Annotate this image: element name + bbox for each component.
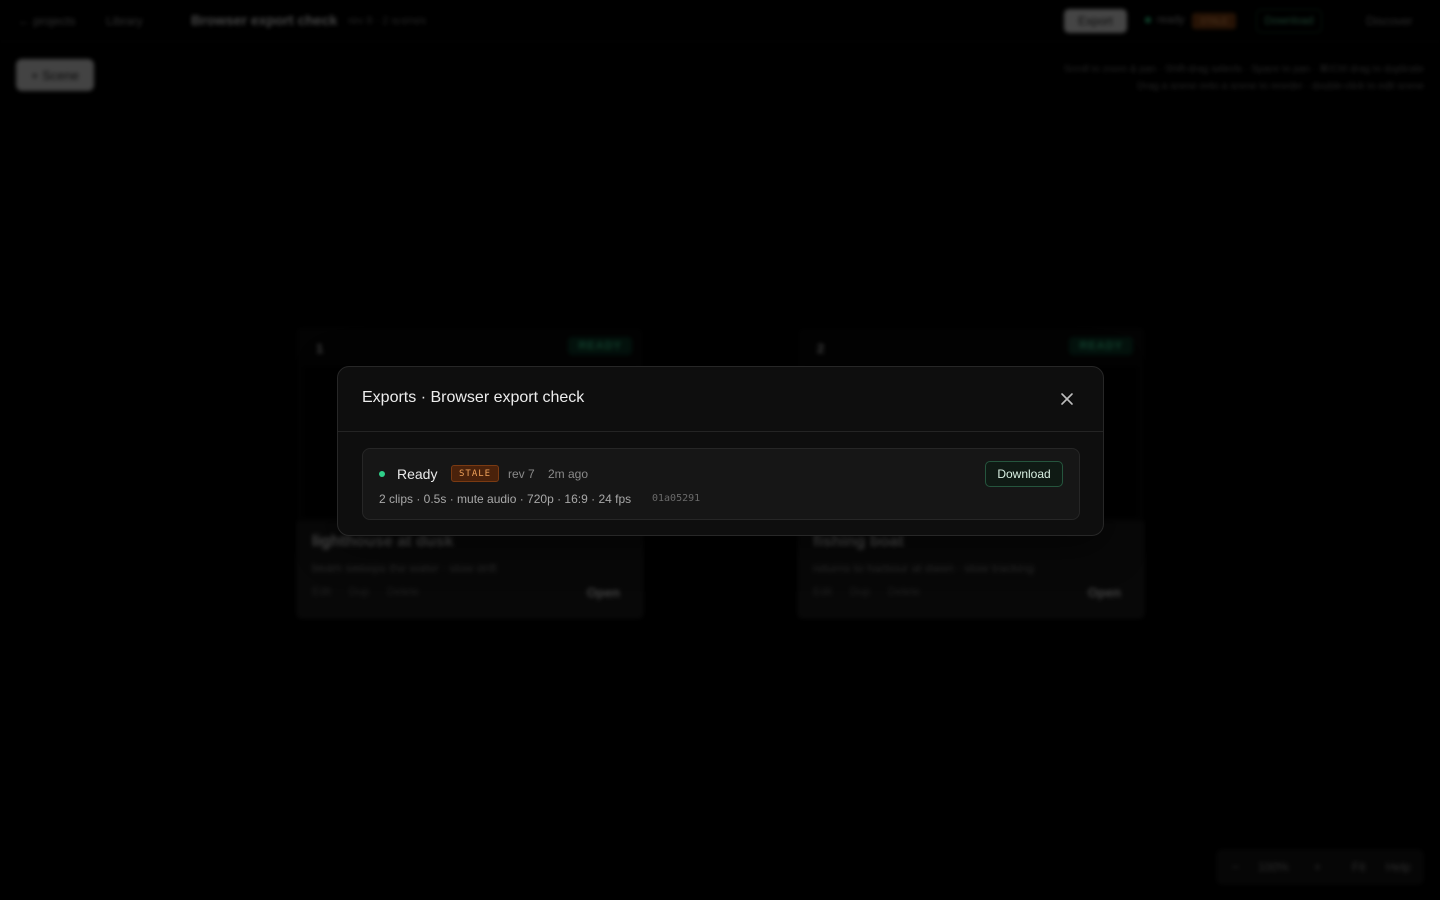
scene-status-badge: READY — [568, 337, 632, 355]
scene-description: returns to harbour at dawn · slow tracki… — [813, 561, 1034, 575]
zoom-level: 100% — [1258, 860, 1289, 874]
export-status: Ready — [397, 466, 438, 482]
scene-delete-button[interactable]: Delete — [888, 586, 920, 598]
scene-duplicate-button[interactable]: Dup — [850, 586, 870, 598]
top-bar: ← projects Library Browser export check … — [0, 0, 1440, 42]
scene-number: 2 — [817, 341, 825, 356]
stale-badge: STALE — [1192, 13, 1236, 29]
zoom-controls: − 100% + Fit Help — [1216, 849, 1424, 885]
canvas-hint: Drag a scene onto a scene to reorder · d… — [1137, 81, 1424, 92]
scene-delete-button[interactable]: Delete — [387, 586, 419, 598]
discover-link[interactable]: Discover — [1366, 14, 1413, 28]
scene-description: beam sweeps the water · slow drift — [312, 561, 497, 575]
export-timestamp: 2m ago — [548, 467, 589, 481]
download-button[interactable]: Download — [985, 461, 1063, 487]
export-revision: rev 7 — [508, 467, 535, 481]
export-button[interactable]: Export — [1064, 9, 1127, 33]
ready-status-dot-icon — [379, 471, 385, 477]
project-title: Browser export check — [191, 12, 338, 28]
canvas-hint: Scroll to zoom & pan · Shift-drag select… — [1063, 64, 1424, 75]
export-hash: 01a05291 — [652, 493, 701, 504]
help-button[interactable]: Help — [1386, 860, 1411, 874]
export-details: 2 clips · 0.5s · mute audio · 720p · 16:… — [379, 492, 632, 506]
export-item: Ready STALE rev 7 2m ago 2 clips · 0.5s … — [362, 448, 1080, 520]
close-icon[interactable] — [1059, 391, 1075, 407]
scene-open-button[interactable]: Open — [587, 585, 620, 600]
export-status-label: ready — [1157, 14, 1185, 26]
scene-number: 1 — [316, 341, 324, 356]
exports-modal: Exports · Browser export check Ready STA… — [337, 366, 1104, 536]
status-dot-icon — [1145, 17, 1151, 23]
stale-badge: STALE — [451, 465, 500, 482]
scene-status-badge: READY — [1069, 337, 1133, 355]
zoom-in-button[interactable]: + — [1314, 860, 1321, 874]
zoom-fit-button[interactable]: Fit — [1352, 860, 1365, 874]
scene-open-button[interactable]: Open — [1088, 585, 1121, 600]
export-status: ready — [1145, 14, 1185, 26]
add-scene-button[interactable]: + Scene — [16, 59, 94, 91]
modal-header: Exports · Browser export check — [338, 367, 1103, 432]
zoom-out-button[interactable]: − — [1232, 860, 1239, 874]
scene-actions: Edit Dup Delete — [813, 586, 920, 598]
scene-edit-button[interactable]: Edit — [312, 586, 331, 598]
scene-duplicate-button[interactable]: Dup — [349, 586, 369, 598]
project-meta: rev 8 · 2 scenes — [348, 15, 427, 27]
library-link[interactable]: Library — [106, 14, 143, 28]
modal-title: Exports · Browser export check — [362, 389, 585, 406]
projects-link[interactable]: ← projects — [18, 14, 75, 28]
scene-actions: Edit Dup Delete — [312, 586, 419, 598]
scene-edit-button[interactable]: Edit — [813, 586, 832, 598]
topbar-download-button[interactable]: Download — [1256, 9, 1322, 33]
